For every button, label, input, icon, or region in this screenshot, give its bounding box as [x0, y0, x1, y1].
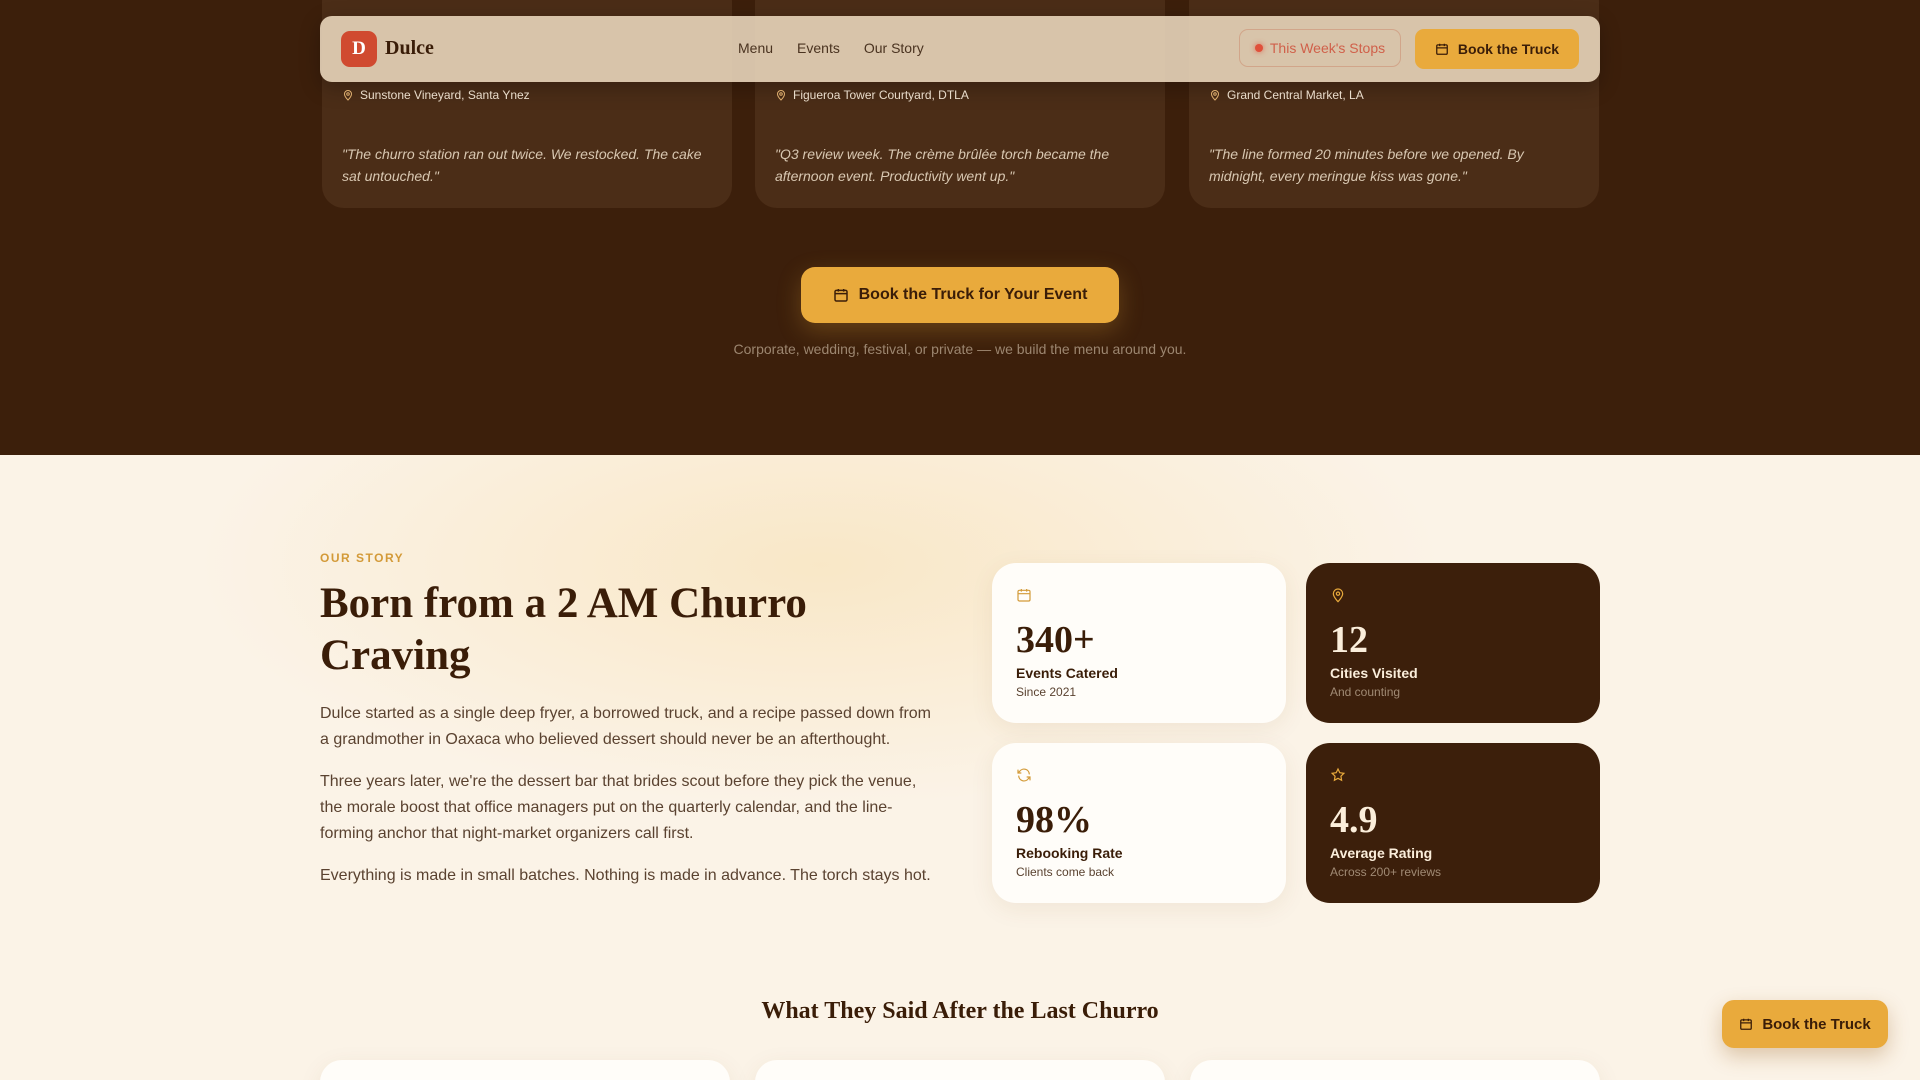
stat-label: Events Catered [1016, 665, 1118, 681]
story-section [0, 455, 1920, 1080]
event-location-text: Grand Central Market, LA [1227, 88, 1364, 102]
stat-sub: Since 2021 [1016, 685, 1077, 699]
event-quote: "The line formed 20 minutes before we op… [1209, 146, 1524, 184]
calendar-icon [1017, 589, 1031, 602]
calendar-icon [833, 289, 848, 302]
live-dot-icon [1254, 44, 1263, 52]
event-quote: "The churro station ran out twice. We re… [342, 146, 702, 184]
nav-link-events[interactable]: Events [797, 40, 840, 56]
event-location: Sunstone Vineyard, Santa Ynez [342, 88, 530, 102]
testimonial-card [1190, 1060, 1600, 1080]
stat-card-rebooking: 98% Rebooking Rate Clients come back [992, 743, 1286, 903]
stat-card-events: 340+ Events Catered Since 2021 [992, 563, 1286, 723]
refresh-icon [1017, 768, 1031, 782]
story-paragraph: Dulce started as a single deep fryer, a … [320, 705, 931, 748]
this-weeks-stops-label: This Week's Stops [1269, 40, 1386, 56]
event-location-text: Sunstone Vineyard, Santa Ynez [360, 88, 530, 102]
map-pin-icon [343, 90, 353, 101]
testimonial-card [320, 1060, 730, 1080]
map-pin-icon [776, 90, 786, 101]
testimonials-title: What They Said After the Last Churro [761, 998, 1159, 1024]
this-weeks-stops-button[interactable]: This Week's Stops [1239, 29, 1401, 67]
brand-name[interactable]: Dulce [385, 37, 434, 60]
stat-value: 98% [1016, 799, 1092, 841]
stat-value: 340+ [1016, 619, 1095, 661]
stat-card-rating: 4.9 Average Rating Across 200+ reviews [1306, 743, 1600, 903]
nav-link-our-story[interactable]: Our Story [864, 40, 924, 56]
logo-badge[interactable]: D [341, 31, 377, 67]
stat-card-cities: 12 Cities Visited And counting [1306, 563, 1600, 723]
stat-sub: Clients come back [1016, 865, 1115, 879]
nav-link-menu[interactable]: Menu [738, 40, 773, 56]
stat-label: Average Rating [1330, 845, 1433, 861]
story-paragraph: Everything is made in small batches. Not… [320, 867, 931, 884]
nav-book-label: Book the Truck [1457, 41, 1560, 57]
top-nav: D Dulce Menu Events Our Story This Week'… [320, 16, 1600, 82]
nav-links: Menu Events Our Story [738, 40, 924, 56]
map-pin-icon [1332, 588, 1344, 603]
testimonial-card [755, 1060, 1165, 1080]
stat-value: 12 [1330, 619, 1368, 661]
story-eyebrow: OUR STORY [320, 551, 405, 565]
calendar-icon [1740, 1018, 1753, 1030]
floating-book-label: Book the Truck [1762, 1015, 1871, 1033]
event-location: Figueroa Tower Courtyard, DTLA [775, 88, 969, 102]
book-event-label: Book the Truck for Your Event [858, 286, 1088, 303]
stat-sub: And counting [1330, 685, 1401, 699]
star-icon [1330, 767, 1346, 782]
calendar-icon [1436, 43, 1448, 55]
cta-subtext: Corporate, wedding, festival, or private… [733, 341, 1187, 357]
book-event-button[interactable]: Book the Truck for Your Event [801, 267, 1119, 323]
stat-value: 4.9 [1330, 799, 1378, 841]
event-quote: "Q3 review week. The crème brûlée torch … [775, 146, 1110, 184]
story-title: Born from a 2 AM Churro Craving [320, 580, 807, 679]
stat-label: Rebooking Rate [1016, 845, 1123, 861]
stat-label: Cities Visited [1330, 665, 1418, 681]
event-location: Grand Central Market, LA [1209, 88, 1364, 102]
story-paragraph: Three years later, we're the dessert bar… [320, 773, 917, 842]
stat-sub: Across 200+ reviews [1330, 865, 1442, 879]
event-location-text: Figueroa Tower Courtyard, DTLA [793, 88, 969, 102]
map-pin-icon [1210, 90, 1220, 101]
floating-book-button[interactable]: Book the Truck [1722, 1000, 1888, 1048]
nav-book-button[interactable]: Book the Truck [1415, 29, 1579, 69]
